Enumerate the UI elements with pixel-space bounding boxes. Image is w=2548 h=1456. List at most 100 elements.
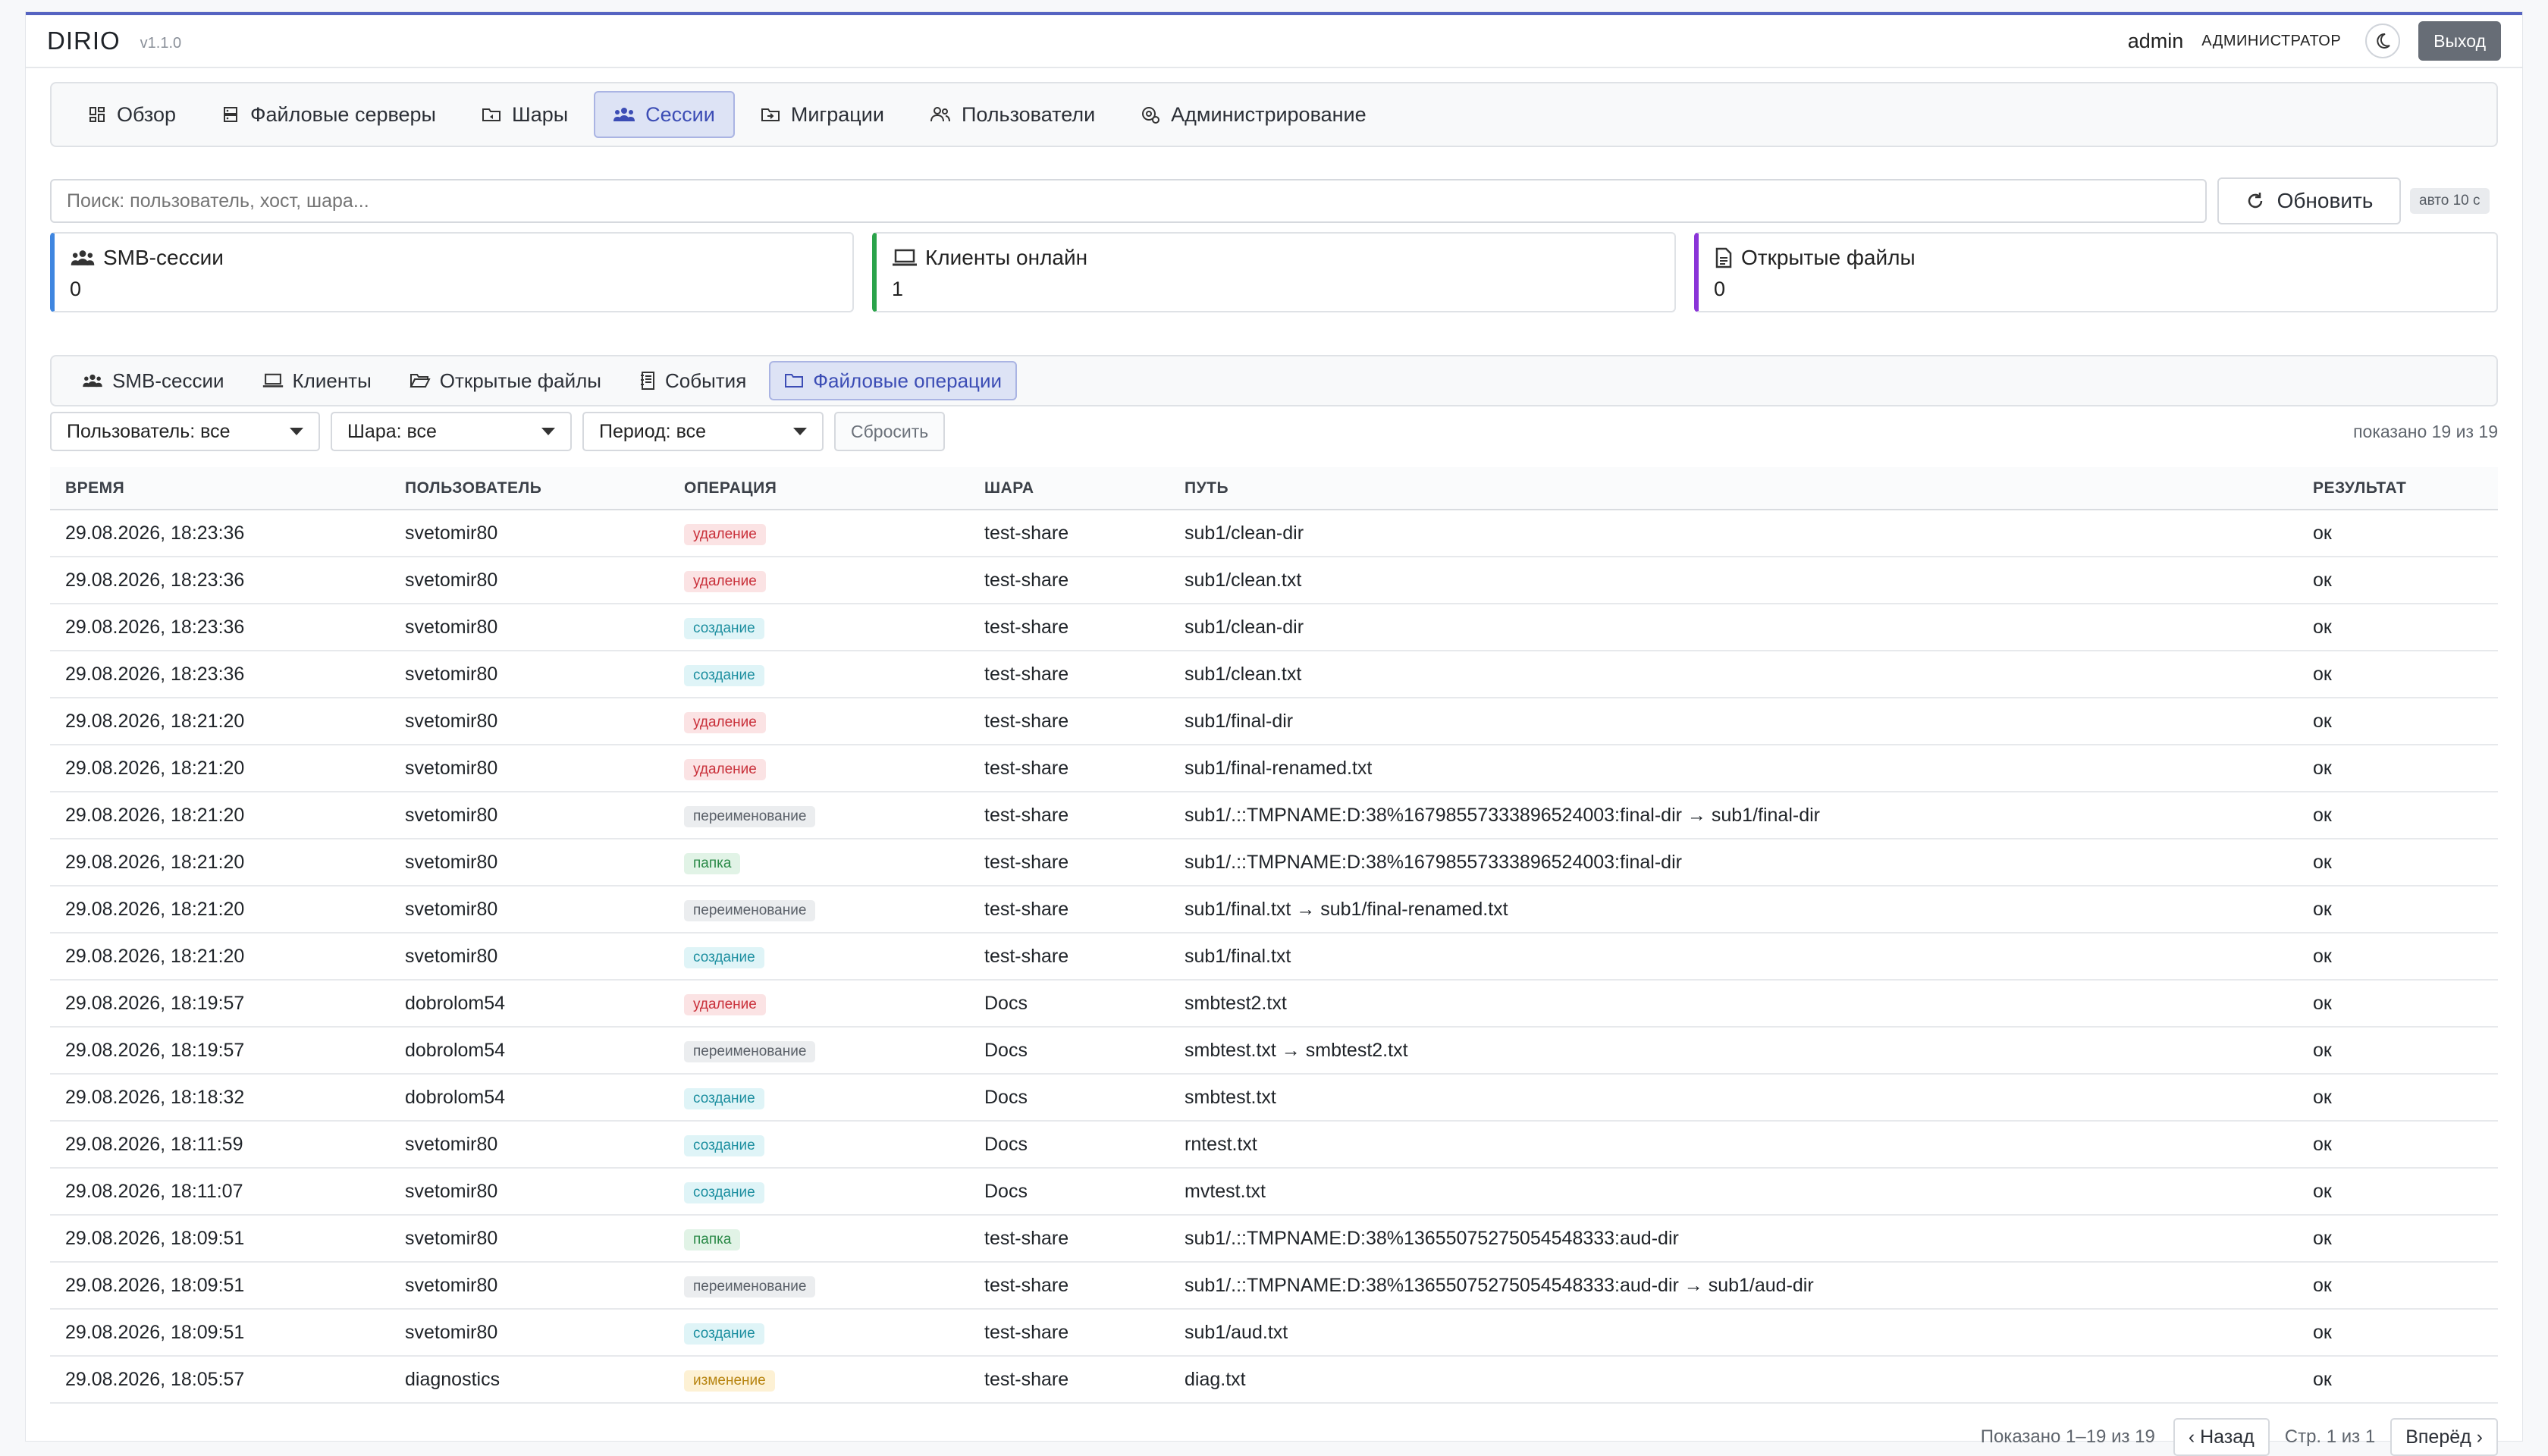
admin-gear-icon bbox=[1142, 107, 1160, 124]
cell-time: 29.08.2026, 18:21:20 bbox=[50, 886, 390, 934]
cell-user: dobrolom54 bbox=[390, 1074, 669, 1122]
stat-value: 0 bbox=[70, 278, 82, 300]
cell-result: ок bbox=[2298, 1168, 2498, 1216]
cell-path: mvtest.txt bbox=[1169, 1168, 2298, 1216]
search-input[interactable] bbox=[50, 179, 2207, 223]
subtab-clients[interactable]: Клиенты bbox=[247, 361, 387, 400]
column-header-user[interactable]: ПОЛЬЗОВАТЕЛЬ bbox=[390, 467, 669, 510]
cell-result: ок bbox=[2298, 886, 2498, 934]
main-nav: Обзор Файловые серверы Шары Сессии Мигра… bbox=[50, 82, 2498, 147]
logout-button[interactable]: Выход bbox=[2418, 21, 2501, 61]
topbar: DIRIO v1.1.0 admin АДМИНИСТРАТОР Выход bbox=[26, 15, 2522, 68]
cell-user: svetomir80 bbox=[390, 745, 669, 792]
next-page-button[interactable]: Вперёд › bbox=[2390, 1418, 2498, 1456]
share-filter-select[interactable]: Шара: все bbox=[331, 412, 572, 451]
subtab-smb-sessions[interactable]: SMB-сессии bbox=[67, 361, 240, 400]
column-header-time[interactable]: ВРЕМЯ bbox=[50, 467, 390, 510]
nav-tab-shares[interactable]: Шары bbox=[462, 91, 588, 138]
stat-card-smb-sessions: SMB-сессии 0 bbox=[50, 232, 854, 312]
nav-tab-label: Файловые серверы bbox=[249, 102, 436, 126]
column-header-operation[interactable]: ОПЕРАЦИЯ bbox=[669, 467, 969, 510]
cell-operation: удаление bbox=[669, 557, 969, 604]
cell-share: test-share bbox=[969, 698, 1169, 745]
table-row[interactable]: 29.08.2026, 18:19:57 dobrolom54 удаление Do… bbox=[50, 980, 2498, 1028]
table-header-row: ВРЕМЯ ПОЛЬЗОВАТЕЛЬ ОПЕРАЦИЯ ШАРА ПУТЬ РЕ… bbox=[50, 467, 2498, 510]
cell-time: 29.08.2026, 18:05:57 bbox=[50, 1356, 390, 1404]
table-row[interactable]: 29.08.2026, 18:05:57 diagnostics изменение… bbox=[50, 1356, 2498, 1404]
operation-badge: удаление bbox=[684, 711, 766, 733]
table-row[interactable]: 29.08.2026, 18:09:51 svetomir80 переименов… bbox=[50, 1262, 2498, 1310]
nav-tab-migrations[interactable]: Миграции bbox=[741, 91, 904, 138]
cell-time: 29.08.2026, 18:21:20 bbox=[50, 839, 390, 886]
cell-operation: удаление bbox=[669, 980, 969, 1028]
table-row[interactable]: 29.08.2026, 18:11:07 svetomir80 создание Do… bbox=[50, 1168, 2498, 1216]
table-row[interactable]: 29.08.2026, 18:21:20 svetomir80 удаление te… bbox=[50, 745, 2498, 792]
column-header-share[interactable]: ШАРА bbox=[969, 467, 1169, 510]
stat-label-row: SMB-сессии bbox=[70, 246, 837, 270]
column-header-result[interactable]: РЕЗУЛЬТАТ bbox=[2298, 467, 2498, 510]
cell-result: ок bbox=[2298, 698, 2498, 745]
table-row[interactable]: 29.08.2026, 18:11:59 svetomir80 создание Do… bbox=[50, 1121, 2498, 1169]
table-row[interactable]: 29.08.2026, 18:19:57 dobrolom54 переименов… bbox=[50, 1027, 2498, 1075]
theme-toggle-button[interactable] bbox=[2365, 24, 2401, 58]
stat-card-open-files: Открытые файлы 0 bbox=[1694, 232, 2498, 312]
nav-tab-sessions[interactable]: Сессии bbox=[594, 91, 735, 138]
subtab-file-operations[interactable]: Файловые операции bbox=[769, 361, 1017, 400]
cell-path: diag.txt bbox=[1169, 1356, 2298, 1404]
reset-filters-button[interactable]: Сбросить bbox=[834, 412, 946, 451]
cell-share: test-share bbox=[969, 651, 1169, 698]
table-row[interactable]: 29.08.2026, 18:21:20 svetomir80 создание te… bbox=[50, 933, 2498, 981]
table-row[interactable]: 29.08.2026, 18:23:36 svetomir80 создание te… bbox=[50, 651, 2498, 698]
cell-path: sub1/clean-dir bbox=[1169, 604, 2298, 651]
table-row[interactable]: 29.08.2026, 18:21:20 svetomir80 переименов… bbox=[50, 886, 2498, 934]
cell-result: ок bbox=[2298, 792, 2498, 839]
search-row: Обновить авто 10 с bbox=[50, 177, 2498, 224]
cell-time: 29.08.2026, 18:23:36 bbox=[50, 651, 390, 698]
column-header-path[interactable]: ПУТЬ bbox=[1169, 467, 2298, 510]
table-row[interactable]: 29.08.2026, 18:23:36 svetomir80 удаление te… bbox=[50, 557, 2498, 604]
user-filter-select[interactable]: Пользователь: все bbox=[50, 412, 320, 451]
nav-tab-file-servers[interactable]: Файловые серверы bbox=[202, 91, 456, 138]
app-version: v1.1.0 bbox=[140, 34, 182, 52]
table-row[interactable]: 29.08.2026, 18:23:36 svetomir80 удаление te… bbox=[50, 510, 2498, 557]
operation-badge: переименование bbox=[684, 805, 816, 827]
nav-tab-users[interactable]: Пользователи bbox=[910, 91, 1115, 138]
refresh-button[interactable]: Обновить bbox=[2217, 177, 2401, 224]
table-row[interactable]: 29.08.2026, 18:21:20 svetomir80 папка test-… bbox=[50, 839, 2498, 886]
operation-badge: папка bbox=[684, 852, 741, 874]
table-row[interactable]: 29.08.2026, 18:23:36 svetomir80 создание te… bbox=[50, 604, 2498, 651]
period-filter-select[interactable]: Период: все bbox=[582, 412, 824, 451]
operation-badge: создание bbox=[684, 1134, 764, 1156]
cell-operation: изменение bbox=[669, 1356, 969, 1404]
table-row[interactable]: 29.08.2026, 18:21:20 svetomir80 удаление te… bbox=[50, 698, 2498, 745]
laptop-icon bbox=[893, 249, 917, 266]
table-row[interactable]: 29.08.2026, 18:18:32 dobrolom54 создание Do… bbox=[50, 1074, 2498, 1122]
subtab-events[interactable]: События bbox=[624, 361, 761, 400]
cell-path: sub1/.::TMPNAME:D:38%1365507527505454833… bbox=[1169, 1262, 2298, 1310]
table-row[interactable]: 29.08.2026, 18:09:51 svetomir80 папка test-… bbox=[50, 1215, 2498, 1263]
nav-tab-label: Шары bbox=[511, 102, 569, 126]
cell-result: ок bbox=[2298, 1262, 2498, 1310]
cell-share: Docs bbox=[969, 1121, 1169, 1169]
cell-user: svetomir80 bbox=[390, 1168, 669, 1216]
cell-share: test-share bbox=[969, 557, 1169, 604]
laptop-icon bbox=[262, 373, 283, 388]
nav-tab-label: Обзор bbox=[117, 102, 176, 126]
nav-tab-overview[interactable]: Обзор bbox=[68, 91, 196, 138]
nav-tab-administration[interactable]: Администрирование bbox=[1121, 91, 1385, 138]
prev-page-button[interactable]: ‹ Назад bbox=[2173, 1418, 2270, 1456]
stat-value: 1 bbox=[892, 278, 904, 300]
cell-share: Docs bbox=[969, 1074, 1169, 1122]
cell-time: 29.08.2026, 18:23:36 bbox=[50, 557, 390, 604]
cell-time: 29.08.2026, 18:21:20 bbox=[50, 745, 390, 792]
cell-path: sub1/.::TMPNAME:D:38%1679855733389652400… bbox=[1169, 792, 2298, 839]
nav-tab-label: Пользователи bbox=[961, 102, 1096, 126]
operation-badge: удаление bbox=[684, 570, 766, 592]
table-row[interactable]: 29.08.2026, 18:21:20 svetomir80 переименов… bbox=[50, 792, 2498, 839]
folder-icon bbox=[785, 374, 804, 388]
cell-operation: папка bbox=[669, 1215, 969, 1263]
table-row[interactable]: 29.08.2026, 18:09:51 svetomir80 создание te… bbox=[50, 1309, 2498, 1357]
subtab-open-files[interactable]: Открытые файлы bbox=[394, 361, 617, 400]
cell-user: svetomir80 bbox=[390, 510, 669, 557]
shown-count: показано 19 из 19 bbox=[2353, 421, 2498, 441]
